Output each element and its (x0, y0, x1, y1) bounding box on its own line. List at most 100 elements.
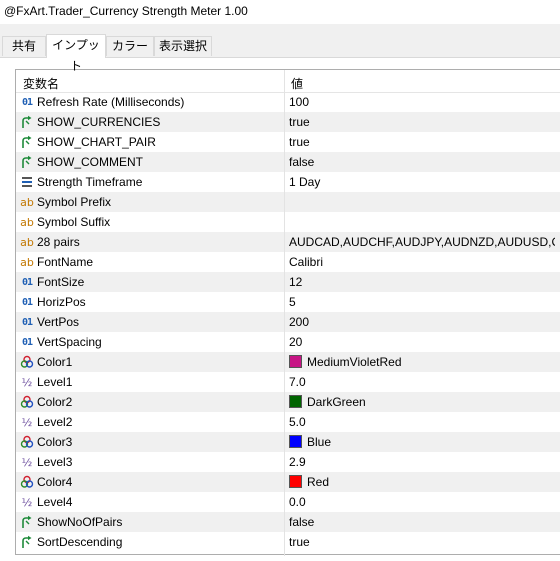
param-row-level4[interactable]: ½ Level4 0.0 (16, 492, 560, 512)
param-row-28-pairs[interactable]: ab 28 pairs AUDCAD,AUDCHF,AUDJPY,AUDNZD,AU… (16, 232, 560, 252)
color-swatch[interactable] (289, 475, 302, 488)
param-name: SHOW_COMMENT (37, 155, 143, 169)
param-value[interactable]: Calibri (289, 255, 555, 269)
param-name: Level2 (37, 415, 73, 429)
param-name: VertPos (37, 315, 80, 329)
param-value[interactable]: 5.0 (289, 415, 555, 429)
param-name: HorizPos (37, 295, 86, 309)
int-icon: 01 (21, 96, 33, 108)
param-value[interactable]: 200 (289, 315, 555, 329)
tab-common[interactable]: 共有 (2, 36, 46, 56)
color-swatch[interactable] (289, 355, 302, 368)
double-icon: ½ (21, 455, 33, 469)
header-value[interactable]: 値 (291, 75, 303, 92)
param-row-show-comment[interactable]: SHOW_COMMENT false (16, 152, 560, 172)
param-row-shownoofpairs[interactable]: ShowNoOfPairs false (16, 512, 560, 532)
int-icon: 01 (21, 276, 33, 288)
param-value[interactable]: 12 (289, 275, 555, 289)
tab-visualization[interactable]: 表示選択 (154, 36, 212, 56)
param-name: Color1 (37, 355, 73, 369)
window-title: @FxArt.Trader_Currency Strength Meter 1.… (4, 4, 248, 18)
string-icon: ab (20, 235, 34, 249)
bool-icon (20, 115, 34, 129)
param-value[interactable]: false (289, 155, 555, 169)
param-row-symbol-suffix[interactable]: ab Symbol Suffix (16, 212, 560, 232)
bool-icon (20, 135, 34, 149)
int-icon: 01 (21, 316, 33, 328)
string-icon: ab (20, 195, 34, 209)
tab-inputs[interactable]: インプット (46, 34, 106, 73)
grid-header: 変数名 値 (16, 70, 560, 93)
color-icon (20, 475, 34, 489)
enum-icon (20, 175, 34, 189)
param-row-level1[interactable]: ½ Level1 7.0 (16, 372, 560, 392)
param-value[interactable]: 1 Day (289, 175, 555, 189)
param-row-color4[interactable]: Color4 Red (16, 472, 560, 492)
param-value[interactable]: AUDCAD,AUDCHF,AUDJPY,AUDNZD,AUDUSD,C... (289, 235, 555, 249)
param-name: Color3 (37, 435, 73, 449)
param-row-show-currencies[interactable]: SHOW_CURRENCIES true (16, 112, 560, 132)
param-value[interactable]: Red (307, 475, 329, 489)
param-name: 28 pairs (37, 235, 80, 249)
param-row-sortdescending[interactable]: SortDescending true (16, 532, 560, 552)
param-name: ShowNoOfPairs (37, 515, 123, 529)
param-row-fontname[interactable]: ab FontName Calibri (16, 252, 560, 272)
param-value[interactable]: true (289, 115, 555, 129)
int-icon: 01 (21, 296, 33, 308)
param-name: SHOW_CHART_PAIR (37, 135, 156, 149)
param-name: Color4 (37, 475, 73, 489)
param-row-fontsize[interactable]: 01 FontSize 12 (16, 272, 560, 292)
param-name: SHOW_CURRENCIES (37, 115, 161, 129)
param-value[interactable]: false (289, 515, 555, 529)
param-row-strength-timeframe[interactable]: Strength Timeframe 1 Day (16, 172, 560, 192)
param-row-color3[interactable]: Color3 Blue (16, 432, 560, 452)
param-value[interactable]: Blue (307, 435, 331, 449)
header-variable[interactable]: 変数名 (23, 75, 59, 92)
param-name: Color2 (37, 395, 73, 409)
param-name: Level4 (37, 495, 73, 509)
color-swatch[interactable] (289, 435, 302, 448)
param-value[interactable]: 2.9 (289, 455, 555, 469)
color-swatch[interactable] (289, 395, 302, 408)
param-row-level3[interactable]: ½ Level3 2.9 (16, 452, 560, 472)
param-row-horizpos[interactable]: 01 HorizPos 5 (16, 292, 560, 312)
param-row-symbol-prefix[interactable]: ab Symbol Prefix (16, 192, 560, 212)
color-icon (20, 355, 34, 369)
param-row-vertspacing[interactable]: 01 VertSpacing 20 (16, 332, 560, 352)
param-name: Level1 (37, 375, 73, 389)
param-name: VertSpacing (37, 335, 102, 349)
param-value[interactable]: true (289, 535, 555, 549)
param-name: Strength Timeframe (37, 175, 143, 189)
column-separator[interactable] (284, 70, 285, 556)
param-value[interactable]: 7.0 (289, 375, 555, 389)
param-value[interactable]: true (289, 135, 555, 149)
double-icon: ½ (21, 375, 33, 389)
param-row-color1[interactable]: Color1 MediumVioletRed (16, 352, 560, 372)
tab-bar: 共有 インプット カラー 表示選択 (0, 34, 560, 73)
color-icon (20, 395, 34, 409)
param-value[interactable]: MediumVioletRed (307, 355, 402, 369)
param-value[interactable]: 20 (289, 335, 555, 349)
bool-icon (20, 155, 34, 169)
param-value[interactable]: 100 (289, 95, 555, 109)
param-name: FontSize (37, 275, 85, 289)
double-icon: ½ (21, 415, 33, 429)
param-row-refresh-rate-milliseconds[interactable]: 01 Refresh Rate (Milliseconds) 100 (16, 92, 560, 112)
param-value[interactable]: DarkGreen (307, 395, 366, 409)
param-row-level2[interactable]: ½ Level2 5.0 (16, 412, 560, 432)
string-icon: ab (20, 215, 34, 229)
param-row-vertpos[interactable]: 01 VertPos 200 (16, 312, 560, 332)
param-name: SortDescending (37, 535, 123, 549)
param-name: Refresh Rate (Milliseconds) (37, 95, 185, 109)
param-row-show-chart-pair[interactable]: SHOW_CHART_PAIR true (16, 132, 560, 152)
int-icon: 01 (21, 336, 33, 348)
param-name: FontName (37, 255, 94, 269)
param-value[interactable]: 0.0 (289, 495, 555, 509)
bool-icon (20, 535, 34, 549)
tab-colors[interactable]: カラー (106, 36, 154, 56)
param-row-color2[interactable]: Color2 DarkGreen (16, 392, 560, 412)
param-name: Symbol Prefix (37, 195, 112, 209)
inputs-panel: 変数名 値 01 Refresh Rate (Milliseconds) 100 SH… (0, 57, 560, 561)
color-icon (20, 435, 34, 449)
param-value[interactable]: 5 (289, 295, 555, 309)
